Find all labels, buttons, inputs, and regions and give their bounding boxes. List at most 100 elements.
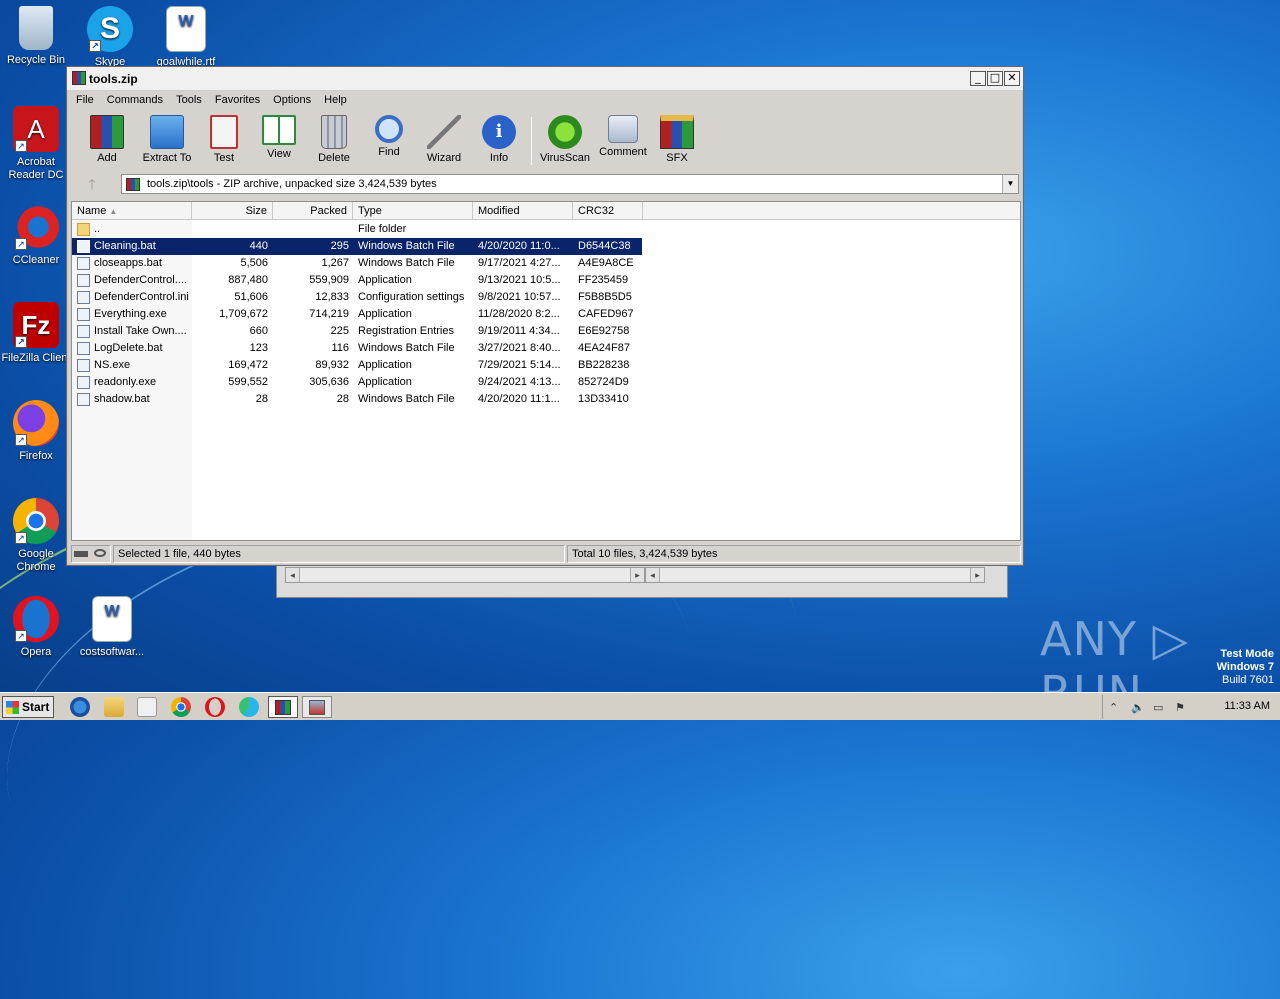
file-type: Application (358, 308, 412, 320)
path-combobox[interactable]: tools.zip\tools - ZIP archive, unpacked … (121, 174, 1019, 194)
test-mode-line: Test Mode (1220, 648, 1274, 660)
file-packed-size: 89,932 (315, 359, 349, 371)
file-icon (77, 240, 90, 253)
column-header-name[interactable]: Name ▲ (72, 202, 192, 220)
desktop-icon-recycle-bin[interactable]: Recycle Bin (0, 6, 74, 67)
word-document-icon: W (92, 596, 132, 642)
close-button[interactable]: ✕ (1004, 71, 1020, 86)
file-icon (77, 393, 90, 406)
menu-commands[interactable]: Commands (102, 91, 168, 109)
list-item[interactable]: NS.exe 169,472 89,932 Application 7/29/2021 … (72, 357, 642, 374)
virusscan-button[interactable]: VirusScan (535, 113, 595, 167)
menu-favorites[interactable]: Favorites (210, 91, 265, 109)
menu-tools[interactable]: Tools (171, 91, 207, 109)
desktop-icon-filezilla[interactable]: Fz ↗ FileZilla Client (0, 302, 74, 365)
file-name: readonly.exe (94, 376, 157, 388)
column-header-type[interactable]: Type (353, 202, 473, 220)
file-packed-size: 559,909 (309, 274, 349, 286)
file-modified: 4/20/2020 11:1... (478, 393, 560, 405)
media-player-icon[interactable] (137, 697, 157, 717)
extract-to-button[interactable]: Extract To (138, 113, 196, 167)
desktop-icon-label: Recycle Bin (6, 54, 66, 66)
desktop-icon-firefox[interactable]: ↗ Firefox (0, 400, 74, 463)
view-button[interactable]: View (251, 113, 307, 167)
list-item[interactable]: DefenderControl.... 887,480 559,909 Applica… (72, 272, 642, 289)
file-size: 599,552 (228, 376, 268, 388)
column-header-modified[interactable]: Modified (473, 202, 573, 220)
desktop-icon-acrobat[interactable]: A ↗ Acrobat Reader DC (0, 106, 74, 182)
virus-bug-icon (548, 115, 582, 149)
list-item[interactable]: Install Take Own.... 660 225 Registration E… (72, 323, 642, 340)
file-name: DefenderControl.... (94, 274, 187, 286)
horizontal-scrollbar[interactable]: ◂ ▸ (645, 567, 985, 583)
maximize-button[interactable]: □ (987, 71, 1003, 86)
list-item[interactable]: Cleaning.bat 440 295 Windows Batch File 4/20… (72, 238, 642, 255)
list-item[interactable]: shadow.bat 28 28 Windows Batch File 4/20/202… (72, 391, 642, 408)
info-button[interactable]: i Info (471, 113, 527, 167)
add-button[interactable]: Add (79, 113, 135, 167)
toolbar-label: Wizard (426, 152, 462, 164)
file-icon (77, 359, 90, 372)
desktop-icon-ccleaner[interactable]: ↗ CCleaner (0, 204, 74, 267)
test-button[interactable]: Test (196, 113, 252, 167)
dropdown-arrow-icon[interactable]: ▼ (1002, 175, 1018, 193)
desktop-icon-chrome[interactable]: ↗ Google Chrome (0, 498, 74, 574)
sfx-button[interactable]: SFX (649, 113, 705, 167)
desktop-icon-skype[interactable]: S ↗ Skype (72, 6, 148, 69)
menu-help[interactable]: Help (319, 91, 352, 109)
desktop-icon-label: CCleaner (12, 254, 60, 266)
window-title: tools.zip (89, 72, 138, 86)
scroll-right-icon[interactable]: ▸ (970, 568, 984, 582)
clock[interactable]: 11:33 AM (1224, 700, 1270, 712)
list-item[interactable]: Everything.exe 1,709,672 714,219 Applicatio… (72, 306, 642, 323)
file-size: 51,606 (234, 291, 268, 303)
scroll-right-icon[interactable]: ▸ (630, 568, 644, 582)
trash-icon (321, 115, 347, 149)
list-item[interactable]: readonly.exe 599,552 305,636 Application 9/2… (72, 374, 642, 391)
desktop-icon-opera[interactable]: ↗ Opera (0, 596, 74, 659)
desktop-icon-costsoftwar[interactable]: W costsoftwar... (74, 596, 150, 659)
address-bar: 🡑 tools.zip\tools - ZIP archive, unpacke… (75, 173, 1019, 195)
show-hidden-icons-icon[interactable]: ⌃ (1109, 701, 1118, 714)
menu-options[interactable]: Options (268, 91, 316, 109)
status-selection: Selected 1 file, 440 bytes (113, 545, 565, 563)
file-name: closeapps.bat (94, 257, 162, 269)
list-item[interactable]: DefenderControl.ini 51,606 12,833 Configura… (72, 289, 642, 306)
internet-explorer-icon[interactable] (70, 697, 90, 717)
wizard-button[interactable]: Wizard (416, 113, 472, 167)
column-header-size[interactable]: Size (192, 202, 273, 220)
edge-icon[interactable] (239, 697, 259, 717)
extract-folder-icon (150, 115, 184, 149)
toolbar-label: View (267, 148, 291, 160)
up-arrow-icon[interactable]: 🡑 (79, 175, 105, 193)
opera-icon[interactable] (205, 697, 225, 717)
list-item[interactable]: closeapps.bat 5,506 1,267 Windows Batch Fil… (72, 255, 642, 272)
list-item-parent-folder[interactable]: .. File folder (72, 221, 642, 238)
minimize-button[interactable]: _ (970, 71, 986, 86)
start-button[interactable]: Start (2, 696, 54, 718)
desktop-icon-label: Acrobat Reader DC (8, 156, 64, 181)
title-bar[interactable]: tools.zip _ □ ✕ (67, 67, 1023, 91)
find-button[interactable]: Find (361, 113, 417, 167)
horizontal-scrollbar[interactable]: ◂ ▸ (285, 567, 645, 583)
chrome-icon[interactable] (171, 697, 191, 717)
column-header-packed[interactable]: Packed (273, 202, 353, 220)
speaker-icon[interactable]: 🔈 (1131, 701, 1145, 714)
delete-button[interactable]: Delete (306, 113, 362, 167)
taskbar-winrar-task[interactable] (268, 696, 298, 718)
file-packed-size: 116 (331, 342, 349, 354)
scroll-left-icon[interactable]: ◂ (646, 568, 660, 582)
scroll-left-icon[interactable]: ◂ (286, 568, 300, 582)
action-center-flag-icon[interactable]: ⚑ (1175, 701, 1185, 714)
list-item[interactable]: LogDelete.bat 123 116 Windows Batch File 3/2… (72, 340, 642, 357)
menu-file[interactable]: File (71, 91, 99, 109)
comment-button[interactable]: Comment (593, 113, 653, 167)
taskbar-secondary-task[interactable] (302, 696, 332, 718)
network-icon[interactable]: ▭ (1153, 701, 1163, 714)
column-header-crc32[interactable]: CRC32 (573, 202, 643, 220)
desktop-icon-goalwhile-rtf[interactable]: W goalwhile.rtf (148, 6, 224, 69)
column-header-row: Name ▲ Size Packed Type Modified CRC32 (72, 202, 1020, 220)
file-explorer-icon[interactable] (104, 697, 124, 717)
word-document-icon: W (166, 6, 206, 52)
test-mode-text: Test Mode Windows 7 Build 7601 (1217, 648, 1274, 687)
